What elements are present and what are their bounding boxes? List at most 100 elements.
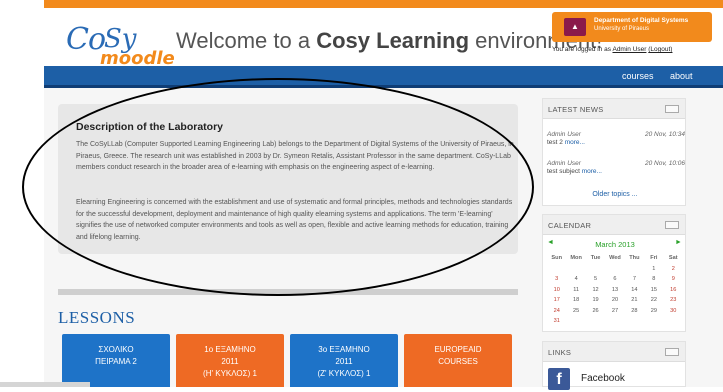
post-subject-line: test subject more...: [547, 168, 685, 175]
calendar-day: [664, 316, 683, 327]
weekday-header: Wed: [609, 255, 621, 262]
calendar-day: 28: [631, 307, 638, 314]
post-subject: test 2: [547, 139, 563, 146]
calendar-day: 5: [593, 276, 598, 283]
calendar-day: 22: [650, 297, 657, 304]
university-seal-icon: ▲: [564, 18, 586, 36]
welcome-heading: Welcome to a Cosy Learning environment!: [176, 28, 602, 54]
calendar-day: [566, 316, 585, 327]
calendar-day: 15: [650, 286, 657, 293]
course-tile-semester-1[interactable]: 1ο ΕΞΑΜΗΝΟ 2011 (Η' ΚΥΚΛΟΣ) 1: [176, 334, 284, 387]
horizontal-scrollbar[interactable]: [0, 382, 90, 387]
calendar-day: [625, 264, 644, 275]
latest-news-title: LATEST NEWS: [548, 105, 604, 114]
calendar-day: 2: [671, 265, 675, 272]
course-line: 1ο ΕΞΑΜΗΝΟ: [204, 345, 256, 354]
calendar-day: 11: [573, 286, 580, 293]
next-month-icon[interactable]: ►: [675, 239, 682, 246]
user-link[interactable]: Admin User: [612, 46, 646, 53]
calendar-day: [625, 316, 644, 327]
welcome-bold: Cosy Learning: [316, 28, 470, 53]
description-panel: Description of the Laboratory The CoSyLL…: [58, 104, 518, 254]
calendar-day: 19: [592, 297, 599, 304]
calendar-day: 13: [611, 286, 619, 293]
calendar-day: 23: [670, 297, 677, 304]
weekday-header: Sun: [551, 255, 562, 262]
lessons-title: LESSONS: [58, 308, 136, 327]
calendar-day: 6: [613, 276, 617, 283]
course-line: 2011: [221, 357, 239, 366]
course-line: COURSES: [438, 357, 478, 366]
course-line: (Η' ΚΥΚΛΟΣ) 1: [203, 369, 257, 378]
calendar-day: 14: [631, 286, 638, 293]
latest-news-header: LATEST NEWS: [543, 99, 685, 119]
calendar-day: 30: [670, 307, 677, 314]
links-block: LINKS f Facebook: [542, 341, 686, 390]
nav-courses[interactable]: courses: [622, 71, 654, 81]
section-divider: [58, 289, 518, 295]
course-line: ΣΧΟΛΙΚΟ: [98, 345, 134, 354]
course-line: 3ο ΕΞΑΜΗΝΟ: [318, 345, 370, 354]
calendar-day: 4: [574, 276, 578, 283]
calendar-month: March 2013: [595, 240, 635, 249]
news-post: Admin User 20 Nov, 10:06 test subject mo…: [547, 160, 685, 175]
course-tile-semester-3[interactable]: 3ο ΕΞΑΜΗΝΟ 2011 (Ζ' ΚΥΚΛΟΣ) 1: [290, 334, 398, 387]
calendar-day: 7: [632, 276, 636, 283]
calendar-day: 12: [592, 286, 599, 293]
calendar-grid: Sun Mon Tue Wed Thu Fri Sat 1 2 3 4 5 6 …: [547, 253, 683, 327]
welcome-prefix: Welcome to a: [176, 28, 317, 53]
course-tile-europeaid[interactable]: EUROPEAID COURSES: [404, 334, 512, 387]
news-post: Admin User 20 Nov, 10:34 test 2 more...: [547, 131, 685, 146]
calendar-day: [605, 316, 624, 327]
weekday-header: Mon: [570, 255, 582, 262]
calendar-day: [644, 316, 663, 327]
weekday-header: Sat: [668, 255, 678, 262]
post-subject: test subject: [547, 168, 580, 175]
block-collapse-icon[interactable]: [665, 221, 679, 229]
block-collapse-icon[interactable]: [665, 348, 679, 356]
page: Co Sy moodle Welcome to a Cosy Learning …: [44, 0, 723, 390]
department-name: Department of Digital Systems: [594, 17, 689, 24]
logout-link[interactable]: (Logout): [648, 46, 672, 53]
calendar-day: [547, 264, 566, 275]
facebook-link[interactable]: Facebook: [581, 373, 625, 384]
calendar-block: CALENDAR ◄ March 2013 ► Sun Mon Tue Wed …: [542, 214, 686, 332]
weekday-header: Fri: [650, 255, 658, 262]
post-subject-line: test 2 more...: [547, 139, 685, 146]
calendar-day: 24: [553, 307, 560, 314]
calendar-day: [586, 316, 605, 327]
calendar-day: 10: [553, 286, 560, 293]
post-more-link[interactable]: more...: [582, 168, 602, 175]
calendar-day: 3: [555, 276, 559, 283]
course-line: EUROPEAID: [434, 345, 482, 354]
post-date: 20 Nov, 10:34: [645, 131, 685, 138]
calendar-day: [566, 264, 585, 275]
links-title: LINKS: [548, 348, 572, 357]
calendar-day: 17: [553, 297, 560, 304]
post-more-link[interactable]: more...: [565, 139, 585, 146]
cosy-moodle-logo[interactable]: Co Sy moodle: [66, 22, 175, 69]
calendar-day: 31: [553, 318, 560, 325]
course-line: 2011: [335, 357, 353, 366]
block-collapse-icon[interactable]: [665, 105, 679, 113]
weekday-header: Tue: [590, 255, 601, 262]
nav-about[interactable]: about: [670, 71, 693, 81]
main-nav: courses about: [44, 66, 723, 88]
calendar-day: 25: [573, 307, 580, 314]
calendar-day: 9: [671, 276, 675, 283]
description-title: Description of the Laboratory: [76, 121, 224, 133]
calendar-day: 1: [652, 265, 656, 272]
department-banner[interactable]: ▲ Department of Digital Systems Universi…: [552, 12, 712, 42]
calendar-day: 27: [611, 307, 619, 314]
top-accent-bar: [44, 0, 723, 8]
course-line: (Ζ' ΚΥΚΛΟΣ) 1: [317, 369, 371, 378]
course-tile-school-experiment[interactable]: ΣΧΟΛΙΚΟ ΠΕΙΡΑΜΑ 2: [62, 334, 170, 387]
weekday-header: Thu: [629, 255, 640, 262]
header: Co Sy moodle Welcome to a Cosy Learning …: [44, 8, 723, 69]
post-date: 20 Nov, 10:06: [645, 160, 685, 167]
calendar-day: 18: [573, 297, 580, 304]
calendar-day: 16: [670, 286, 677, 293]
calendar-day: [605, 264, 624, 275]
logged-in-prefix: You are logged in as: [552, 46, 613, 53]
older-topics-link[interactable]: Older topics ...: [543, 191, 687, 198]
